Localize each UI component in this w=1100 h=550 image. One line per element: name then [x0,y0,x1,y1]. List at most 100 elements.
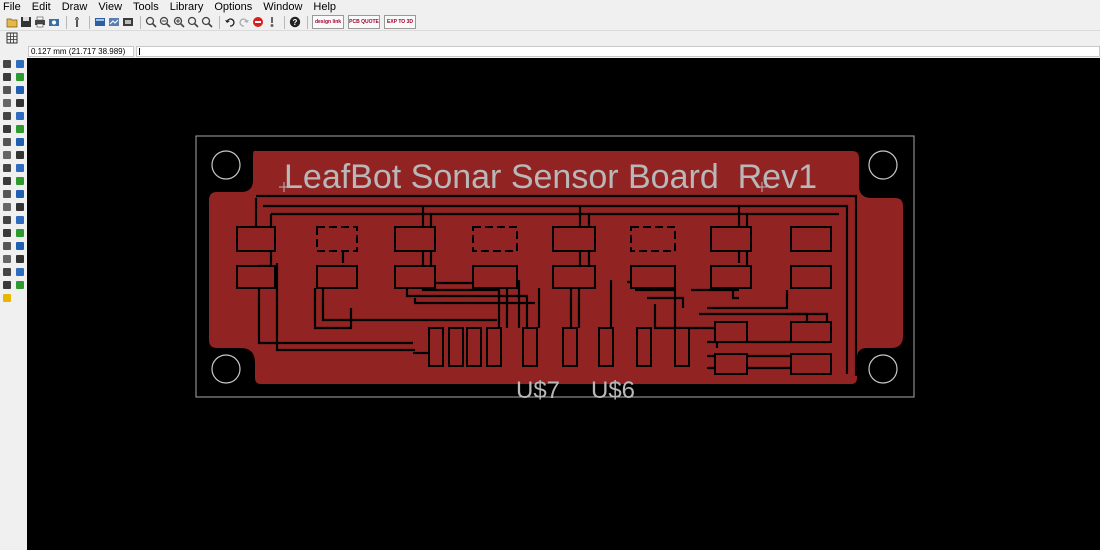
board-title: LeafBot Sonar Sensor Board Rev1 [284,158,817,196]
delete-icon[interactable] [15,124,25,134]
board-canvas[interactable]: LeafBot Sonar Sensor Board Rev1 U$7 U$6 [27,58,1100,550]
menu-library[interactable]: Library [170,0,204,14]
pad [428,327,444,367]
value-icon[interactable] [2,163,12,173]
paste-icon[interactable] [2,124,12,134]
command-input[interactable] [136,46,1100,57]
component-label-u7: U$7 [516,377,560,404]
toolbar-separator [140,15,141,29]
zoom-out-icon[interactable] [159,16,171,28]
menu-window[interactable]: Window [263,0,302,14]
smash-icon[interactable] [15,163,25,173]
move-icon[interactable] [2,85,12,95]
print-icon[interactable] [34,16,46,28]
undo-icon[interactable] [224,16,236,28]
show-icon[interactable] [15,59,25,69]
polygon-icon[interactable] [15,228,25,238]
arc-icon[interactable] [15,215,25,225]
pad [236,226,276,252]
split-icon[interactable] [2,176,12,186]
ratsnest-icon[interactable] [15,267,25,277]
pad [790,226,832,252]
zoom-in-icon[interactable] [173,16,185,28]
zoom-fit-icon[interactable] [122,16,134,28]
help-icon[interactable]: ? [289,16,301,28]
route-icon[interactable] [2,189,12,199]
errors-icon[interactable] [2,293,12,303]
menu-file[interactable]: File [3,0,21,14]
rotate-icon[interactable] [15,98,25,108]
menu-view[interactable]: View [98,0,122,14]
pad [714,353,748,375]
hole-icon[interactable] [2,254,12,264]
ripup-icon[interactable] [15,189,25,199]
toolbar-separator [89,15,90,29]
schematic-icon[interactable] [108,16,120,28]
tool-sidebar [0,45,27,550]
pad [710,226,752,252]
mirror-icon[interactable] [2,98,12,108]
open-icon[interactable] [6,16,18,28]
mark-icon[interactable] [15,72,25,82]
dimension-icon[interactable] [2,267,12,277]
pad [448,327,464,367]
design-link-button[interactable]: design link [312,15,344,29]
drc-icon[interactable] [15,280,25,290]
autorouter-icon[interactable] [2,280,12,290]
stop-icon[interactable] [252,16,264,28]
save-icon[interactable] [20,16,32,28]
pad [790,353,832,375]
script-icon[interactable] [71,16,83,28]
optimize-icon[interactable] [15,176,25,186]
menu-draw[interactable]: Draw [62,0,88,14]
pcb-layout: LeafBot Sonar Sensor Board Rev1 U$7 U$6 [195,135,915,404]
pcb-quote-button[interactable]: PCB QUOTE [348,15,380,29]
zoom-select-icon[interactable] [145,16,157,28]
grid-icon[interactable] [6,32,18,44]
pad [316,265,358,289]
svg-text:?: ? [293,18,298,27]
via-icon[interactable] [2,241,12,251]
cam-icon[interactable] [48,16,60,28]
rect-icon[interactable] [2,228,12,238]
pad [394,265,436,289]
menu-edit[interactable]: Edit [32,0,51,14]
toolbar-separator [284,15,285,29]
pad [630,265,676,289]
display-icon[interactable] [2,72,12,82]
circle-icon[interactable] [2,215,12,225]
replace-icon[interactable] [15,137,25,147]
attribute-icon[interactable] [15,254,25,264]
export-3d-button[interactable]: EXP TO 3D [384,15,416,29]
pad [466,327,482,367]
copy-icon[interactable] [15,85,25,95]
pad [472,226,518,252]
board-icon[interactable] [94,16,106,28]
menu-options[interactable]: Options [214,0,252,14]
add-icon[interactable] [2,137,12,147]
pad [630,226,676,252]
mounting-hole [868,354,898,384]
go-icon[interactable] [266,16,278,28]
lock-icon[interactable] [2,150,12,160]
change-icon[interactable] [15,111,25,121]
pad [562,327,578,367]
pad [394,226,436,252]
text-icon[interactable] [15,202,25,212]
pad [790,321,832,343]
pad [714,321,748,343]
coordinate-display: 0.127 mm (21.717 38.989) [28,46,134,57]
menu-tools[interactable]: Tools [133,0,159,14]
menu-help[interactable]: Help [313,0,336,14]
pad [552,265,596,289]
pad [674,327,690,367]
name-icon[interactable] [15,150,25,160]
zoom-redraw-icon[interactable] [187,16,199,28]
info-icon[interactable] [2,59,12,69]
group-icon[interactable] [2,111,12,121]
signal-icon[interactable] [15,241,25,251]
pad [636,327,652,367]
zoom-previous-icon[interactable] [201,16,213,28]
wire-icon[interactable] [2,202,12,212]
redo-icon[interactable] [238,16,250,28]
